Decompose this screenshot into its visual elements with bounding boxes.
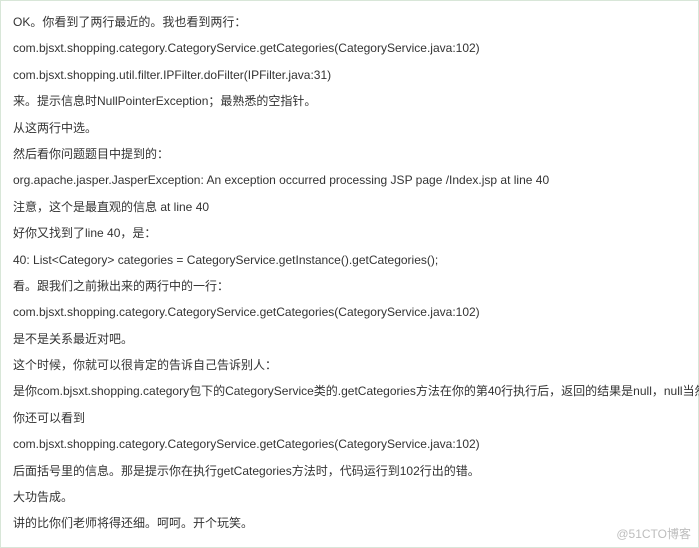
document-content: OK。你看到了两行最近的。我也看到两行： com.bjsxt.shopping.… — [0, 0, 699, 548]
text-line: 好你又找到了line 40，是： — [13, 220, 686, 246]
text-line: 注意，这个是最直观的信息 at line 40 — [13, 194, 686, 220]
text-line: 然后看你问题题目中提到的： — [13, 141, 686, 167]
text-line: com.bjsxt.shopping.category.CategoryServ… — [13, 35, 686, 61]
watermark: @51CTO博客 — [616, 525, 691, 542]
text-line: com.bjsxt.shopping.category.CategoryServ… — [13, 299, 686, 325]
text-line: 是你com.bjsxt.shopping.category包下的Category… — [13, 378, 686, 404]
text-line: 你还可以看到 — [13, 405, 686, 431]
text-line: org.apache.jasper.JasperException: An ex… — [13, 167, 686, 193]
text-line: 后面括号里的信息。那是提示你在执行getCategories方法时，代码运行到1… — [13, 458, 686, 484]
text-line: 大功告成。 — [13, 484, 686, 510]
text-line: 这个时候，你就可以很肯定的告诉自己告诉别人： — [13, 352, 686, 378]
text-line: 讲的比你们老师将得还细。呵呵。开个玩笑。 — [13, 510, 686, 536]
text-line: 从这两行中选。 — [13, 115, 686, 141]
text-line: 是不是关系最近对吧。 — [13, 326, 686, 352]
text-line: com.bjsxt.shopping.util.filter.IPFilter.… — [13, 62, 686, 88]
text-line: com.bjsxt.shopping.category.CategoryServ… — [13, 431, 686, 457]
text-line: 40: List<Category> categories = Category… — [13, 247, 686, 273]
text-line: OK。你看到了两行最近的。我也看到两行： — [13, 9, 686, 35]
text-line: 来。提示信息时NullPointerException；最熟悉的空指针。 — [13, 88, 686, 114]
text-line: 看。跟我们之前揪出来的两行中的一行： — [13, 273, 686, 299]
